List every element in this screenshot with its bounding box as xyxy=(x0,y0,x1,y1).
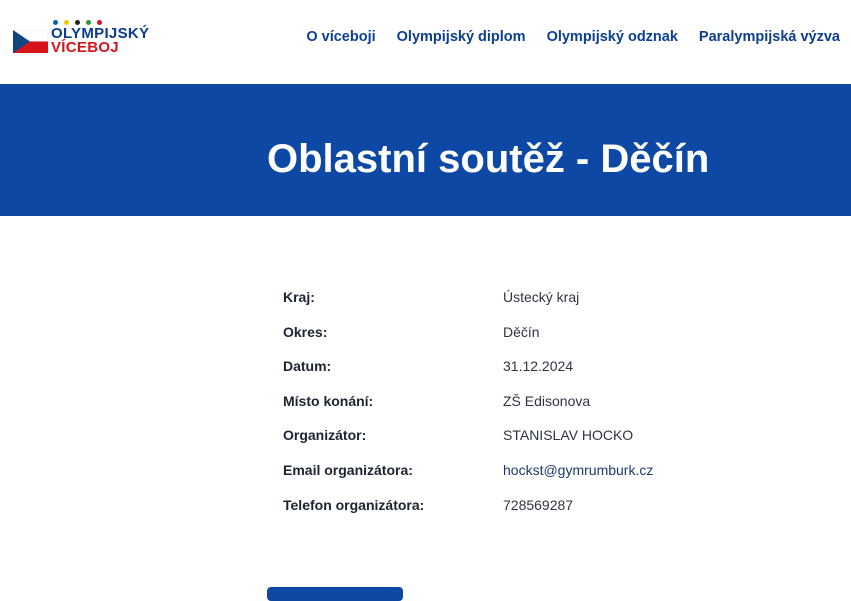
detail-label: Místo konání: xyxy=(283,392,374,409)
nav-o-viceboji[interactable]: O víceboji xyxy=(306,29,375,45)
event-details: Kraj: Ústecký kraj Okres: Děčín Datum: 3… xyxy=(283,283,703,525)
action-button[interactable] xyxy=(267,587,403,601)
detail-label: Kraj: xyxy=(283,289,315,305)
title-banner: Oblastní soutěž - Děčín xyxy=(0,84,851,216)
nav-olympijsky-odznak[interactable]: Olympijský odznak xyxy=(547,29,678,45)
page-title: Oblastní soutěž - Děčín xyxy=(267,137,710,181)
detail-row-misto: Místo konání: ZŠ Edisonova xyxy=(283,387,703,422)
detail-row-organizator: Organizátor: STANISLAV HOCKO xyxy=(283,421,703,456)
detail-value: STANISLAV HOCKO xyxy=(503,427,634,444)
detail-row-okres: Okres: Děčín xyxy=(283,318,703,353)
detail-value: Děčín xyxy=(503,323,540,340)
detail-label: Organizátor: xyxy=(283,427,367,444)
detail-label: Telefon organizátora: xyxy=(283,496,425,513)
organizer-email-link[interactable]: hockst@gymrumburk.cz xyxy=(503,462,653,478)
detail-value: ZŠ Edisonova xyxy=(503,392,591,409)
detail-row-kraj: Kraj: Ústecký kraj xyxy=(283,283,703,318)
site-logo[interactable]: OLYMPIJSKÝ VÍCEBOJ xyxy=(13,20,158,56)
czech-flag-icon xyxy=(13,30,48,53)
detail-label: Okres: xyxy=(283,323,328,340)
detail-value: 31.12.2024 xyxy=(503,358,574,375)
detail-row-datum: Datum: 31.12.2024 xyxy=(283,352,703,387)
detail-value: 728569287 xyxy=(503,496,574,513)
site-header: OLYMPIJSKÝ VÍCEBOJ O víceboji Olympijský… xyxy=(0,0,851,84)
detail-label: Datum: xyxy=(283,358,332,375)
detail-label: Email organizátora: xyxy=(283,461,413,478)
nav-paralympijska-vyzva[interactable]: Paralympijská výzva xyxy=(699,29,840,45)
main-nav: O víceboji Olympijský diplom Olympijský … xyxy=(306,29,840,45)
detail-value: Ústecký kraj xyxy=(503,289,580,305)
nav-olympijsky-diplom[interactable]: Olympijský diplom xyxy=(397,29,526,45)
detail-row-telefon: Telefon organizátora: 728569287 xyxy=(283,491,703,526)
detail-row-email: Email organizátora: hockst@gymrumburk.cz xyxy=(283,456,703,491)
logo-text-line2: VÍCEBOJ xyxy=(51,39,119,56)
